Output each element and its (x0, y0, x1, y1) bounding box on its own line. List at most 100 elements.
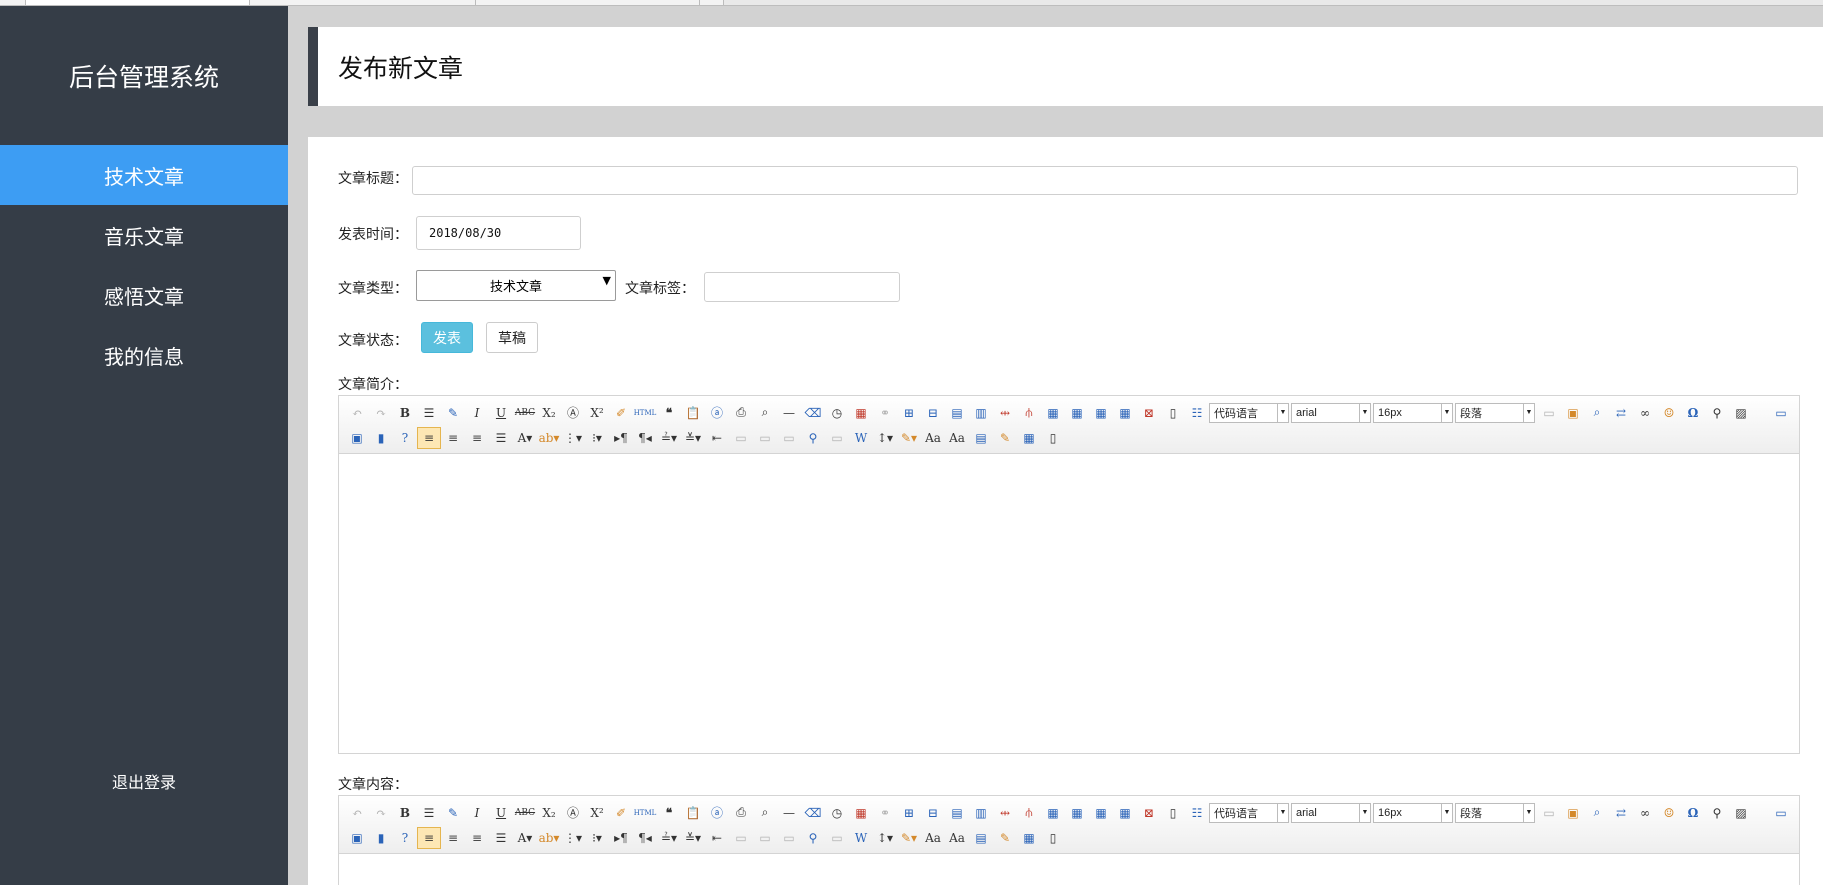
insert-table-icon[interactable]: ▦ (1017, 427, 1041, 449)
formatmatch-icon[interactable]: ✐ (609, 402, 633, 424)
redo-icon[interactable]: ↷ (369, 802, 393, 824)
title-input[interactable] (412, 166, 1798, 195)
case-upper-icon[interactable]: Aa (921, 827, 945, 849)
print-icon[interactable]: ⎙ (729, 402, 753, 424)
superscript-icon[interactable]: X² (585, 802, 609, 824)
delete-table-icon[interactable]: ⊠ (1137, 802, 1161, 824)
merge-down-icon[interactable]: ▥ (969, 402, 993, 424)
ltr-icon[interactable]: ▸¶ (609, 427, 633, 449)
split-col-icon[interactable]: ▦ (1041, 402, 1065, 424)
draft-icon[interactable]: ▯ (1041, 427, 1065, 449)
source-html-icon[interactable]: HTML (633, 802, 657, 824)
tags-input[interactable] (704, 272, 900, 302)
undo-icon[interactable]: ↶ (345, 402, 369, 424)
sidebar-item-my-info[interactable]: 我的信息 (0, 325, 288, 385)
selectall-icon[interactable]: ⓐ (705, 402, 729, 424)
table-icon[interactable]: ▦ (1065, 402, 1089, 424)
unordered-list-icon[interactable]: ⁝▾ (585, 827, 609, 849)
split-row-icon[interactable]: ⫛ (1017, 802, 1041, 824)
delete-col-icon[interactable]: ▦ (1113, 402, 1137, 424)
background-color-icon[interactable]: ab▾ (537, 427, 561, 449)
summary-edit-area[interactable] (339, 454, 1799, 753)
align-left-icon[interactable]: ≡ (417, 426, 441, 449)
insert-image-icon[interactable]: ▣ (345, 827, 369, 849)
date-icon[interactable]: ▦ (849, 802, 873, 824)
fullscreen-icon[interactable]: ▭ (1769, 802, 1793, 824)
help-icon[interactable]: ? (393, 427, 417, 449)
image-center-icon[interactable]: ▭ (825, 427, 849, 449)
paragraph-select[interactable]: 段落 ▼ (1455, 402, 1535, 423)
align-justify-icon[interactable]: ☰ (489, 427, 513, 449)
insert-col-icon[interactable]: ⊟ (921, 802, 945, 824)
font-size-select[interactable]: 16px ▼ (1373, 402, 1453, 423)
insert-col-icon[interactable]: ⊟ (921, 402, 945, 424)
emotion-icon[interactable]: ☺ (1657, 802, 1681, 824)
align-left-icon[interactable]: ≡ (417, 826, 441, 849)
ordered-list-icon[interactable]: ⋮▾ (561, 827, 585, 849)
image-right-icon[interactable]: ▭ (777, 427, 801, 449)
row-spacing-bottom-icon[interactable]: ≚▾ (681, 427, 705, 449)
unordered-list-icon[interactable]: ⁝▾ (585, 427, 609, 449)
print-icon[interactable]: ⎙ (729, 802, 753, 824)
logout-link[interactable]: 退出登录 (0, 769, 288, 793)
search-replace-icon[interactable]: ⇄ (1609, 802, 1633, 824)
insert-video-icon[interactable]: ▮ (369, 427, 393, 449)
image-left-icon[interactable]: ▭ (753, 427, 777, 449)
split-col-icon[interactable]: ▦ (1041, 802, 1065, 824)
type-select[interactable]: 技术文章 ▼ (416, 270, 616, 301)
paragraph-select[interactable]: 段落 ▼ (1455, 802, 1535, 823)
row-spacing-top-icon[interactable]: ≟▾ (657, 427, 681, 449)
undo-icon[interactable]: ↶ (345, 802, 369, 824)
case-upper-icon[interactable]: Aa (921, 427, 945, 449)
emotion-icon[interactable]: ☺ (1657, 402, 1681, 424)
anchor-icon[interactable]: ▭ (1537, 402, 1561, 424)
blockquote-icon[interactable]: ❝ (657, 402, 681, 424)
draft-button[interactable]: 草稿 (486, 322, 538, 353)
chart-icon[interactable]: ▨ (1729, 402, 1753, 424)
attachment-icon[interactable]: ⚲ (801, 427, 825, 449)
search-replace-icon[interactable]: ⇄ (1609, 402, 1633, 424)
align-right-icon[interactable]: ≡ (441, 427, 465, 449)
delete-row-icon[interactable]: ▦ (1089, 402, 1113, 424)
preview-icon[interactable]: ⌕ (753, 402, 777, 424)
sidebar-item-music-articles[interactable]: 音乐文章 (0, 205, 288, 265)
insert-frame-icon[interactable]: ⌕ (1585, 802, 1609, 824)
row-spacing-bottom-icon[interactable]: ≚▾ (681, 827, 705, 849)
autotypeset-icon[interactable]: ✎ (441, 402, 465, 424)
font-color-icon[interactable]: A▾ (513, 427, 537, 449)
insert-row-icon[interactable]: ⊞ (897, 802, 921, 824)
indent-icon[interactable]: ☰ (417, 402, 441, 424)
find-icon[interactable]: ⚲ (1705, 802, 1729, 824)
horizontal-rule-icon[interactable]: — (777, 802, 801, 824)
case-lower-icon[interactable]: Aa (945, 427, 969, 449)
strikethrough-icon[interactable]: ABC (513, 802, 537, 824)
image-none-icon[interactable]: ▭ (729, 427, 753, 449)
indent-icon[interactable]: ☰ (417, 802, 441, 824)
delete-table-icon[interactable]: ⊠ (1137, 402, 1161, 424)
selectall-icon[interactable]: ⓐ (705, 802, 729, 824)
split-cell-icon[interactable]: ⇹ (993, 402, 1017, 424)
scrawl-icon[interactable]: ✎ (993, 427, 1017, 449)
fontborder-icon[interactable]: Ⓐ (561, 402, 585, 424)
subscript-icon[interactable]: X₂ (537, 802, 561, 824)
browser-tab[interactable] (26, 0, 250, 5)
help-icon[interactable]: ? (393, 827, 417, 849)
formatmatch-icon[interactable]: ✐ (609, 802, 633, 824)
date-icon[interactable]: ▦ (849, 402, 873, 424)
background-color-icon[interactable]: ab▾ (537, 827, 561, 849)
insert-video-icon[interactable]: ▮ (369, 827, 393, 849)
browser-tab[interactable] (250, 0, 476, 5)
time-icon[interactable]: ◷ (825, 402, 849, 424)
content-edit-area[interactable] (339, 854, 1799, 885)
sidebar-item-reflection-articles[interactable]: 感悟文章 (0, 265, 288, 325)
font-color-icon[interactable]: A▾ (513, 827, 537, 849)
link-icon[interactable]: ∞ (1633, 802, 1657, 824)
superscript-icon[interactable]: X² (585, 402, 609, 424)
fontborder-icon[interactable]: Ⓐ (561, 802, 585, 824)
image-center-icon[interactable]: ▭ (825, 827, 849, 849)
merge-right-icon[interactable]: ▤ (945, 802, 969, 824)
insert-frame-icon[interactable]: ⌕ (1585, 402, 1609, 424)
delete-row-icon[interactable]: ▦ (1089, 802, 1113, 824)
rtl-icon[interactable]: ¶◂ (633, 827, 657, 849)
italic-icon[interactable]: I (465, 802, 489, 824)
